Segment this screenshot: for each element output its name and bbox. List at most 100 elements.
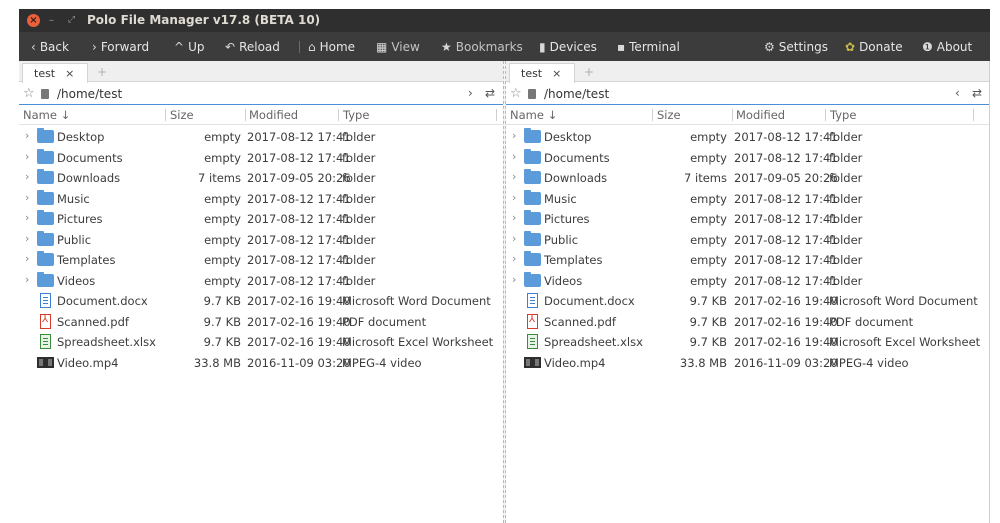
donate-button[interactable]: ✿ Donate [845, 39, 903, 55]
file-row[interactable]: Video.mp4 33.8 MB 2016-11-09 03:20 MPEG-4 v… [506, 353, 990, 374]
expand-arrow-icon[interactable]: › [512, 232, 516, 245]
minimize-window-icon[interactable]: – [45, 14, 58, 27]
expand-arrow-icon[interactable]: › [512, 211, 516, 224]
close-tab-icon[interactable]: × [552, 67, 561, 80]
column-name-header[interactable]: Name ↓ [23, 108, 70, 122]
add-tab-icon[interactable]: + [97, 65, 107, 79]
reload-button[interactable]: ↶ Reload [225, 39, 280, 55]
forward-button[interactable]: › Forward [92, 39, 149, 55]
chevron-left-icon[interactable]: ‹ [955, 86, 960, 100]
swap-panes-icon[interactable]: ⇄ [485, 86, 495, 100]
expand-arrow-icon[interactable]: › [25, 211, 29, 224]
file-name: Scanned.pdf [57, 314, 129, 329]
file-row[interactable]: › Documents empty 2017-08-12 17:41 folder [19, 148, 504, 169]
column-separator[interactable] [825, 109, 826, 121]
view-label: View [391, 40, 420, 54]
file-row[interactable]: › Desktop empty 2017-08-12 17:41 folder [19, 127, 504, 148]
file-row[interactable]: Spreadsheet.xlsx 9.7 KB 2017-02-16 19:40 Mi… [506, 332, 990, 353]
view-button[interactable]: ▦ View [376, 39, 420, 55]
tab-label: test [521, 67, 543, 80]
file-row[interactable]: Spreadsheet.xlsx 9.7 KB 2017-02-16 19:40 Mi… [19, 332, 504, 353]
column-separator[interactable] [732, 109, 733, 121]
expand-arrow-icon[interactable]: › [25, 273, 29, 286]
file-row[interactable]: › Desktop empty 2017-08-12 17:41 folder [506, 127, 990, 148]
file-type: folder [342, 212, 376, 226]
bookmarks-button[interactable]: ★ Bookmarks [441, 39, 523, 55]
file-name: Pictures [57, 212, 103, 226]
column-separator[interactable] [496, 109, 497, 121]
file-row[interactable]: › Public empty 2017-08-12 17:41 folder [506, 230, 990, 251]
chevron-right-icon[interactable]: › [468, 86, 473, 100]
grid-view-icon: ▦ [376, 40, 388, 54]
column-separator[interactable] [652, 109, 653, 121]
bookmark-star-icon[interactable]: ☆ [23, 86, 35, 101]
expand-arrow-icon[interactable]: › [512, 129, 516, 142]
file-row[interactable]: › Pictures empty 2017-08-12 17:41 folder [506, 209, 990, 230]
file-row[interactable]: Video.mp4 33.8 MB 2016-11-09 03:20 MPEG-4 v… [19, 353, 504, 374]
left-path-bar[interactable]: ☆ /home/test › ⇄ [19, 83, 504, 105]
file-size: 9.7 KB [203, 335, 241, 349]
expand-arrow-icon[interactable]: › [512, 273, 516, 286]
settings-button[interactable]: ⚙ Settings [764, 39, 828, 55]
column-name-header[interactable]: Name ↓ [510, 108, 557, 122]
expand-arrow-icon[interactable]: › [25, 150, 29, 163]
file-row[interactable]: › Videos empty 2017-08-12 17:41 folder [506, 271, 990, 292]
file-name: Document.docx [57, 294, 148, 308]
expand-arrow-icon[interactable]: › [25, 252, 29, 265]
folder-icon [37, 189, 54, 205]
file-row[interactable]: Document.docx 9.7 KB 2017-02-16 19:40 Micro… [506, 291, 990, 312]
file-row[interactable]: › Videos empty 2017-08-12 17:41 folder [19, 271, 504, 292]
file-row[interactable]: › Templates empty 2017-08-12 17:41 folder [19, 250, 504, 271]
close-window-icon[interactable]: × [27, 14, 40, 27]
expand-arrow-icon[interactable]: › [25, 129, 29, 142]
terminal-button[interactable]: ▪ Terminal [617, 39, 680, 55]
column-type-header[interactable]: Type [830, 108, 856, 122]
file-row[interactable]: Scanned.pdf 9.7 KB 2017-02-16 19:40PDF doc… [506, 312, 990, 333]
column-separator[interactable] [973, 109, 974, 121]
file-row[interactable]: › Downloads 7 items 2017-09-05 20:26 folder [19, 168, 504, 189]
expand-arrow-icon[interactable]: › [25, 170, 29, 183]
column-separator[interactable] [245, 109, 246, 121]
expand-arrow-icon[interactable]: › [512, 191, 516, 204]
up-button[interactable]: ^ Up [174, 39, 204, 55]
left-tab-test[interactable]: test × [22, 63, 88, 83]
file-modified: 2017-08-12 17:41 [734, 150, 838, 165]
file-row[interactable]: › Pictures empty 2017-08-12 17:41 folder [19, 209, 504, 230]
column-modified-header[interactable]: Modified [249, 108, 298, 122]
column-separator[interactable] [338, 109, 339, 121]
file-row[interactable]: › Music empty 2017-08-12 17:41 folder [19, 189, 504, 210]
info-icon: ❶ [922, 40, 933, 54]
file-row[interactable]: › Documents empty 2017-08-12 17:41 folder [506, 148, 990, 169]
column-separator[interactable] [165, 109, 166, 121]
file-row[interactable]: › Music empty 2017-08-12 17:41 folder [506, 189, 990, 210]
path-text[interactable]: /home/test [57, 87, 122, 101]
about-button[interactable]: ❶ About [922, 39, 972, 55]
column-modified-header[interactable]: Modified [736, 108, 785, 122]
column-type-header[interactable]: Type [343, 108, 369, 122]
right-path-bar[interactable]: ☆ /home/test ‹ ⇄ [506, 83, 990, 105]
file-row[interactable]: › Downloads 7 items 2017-09-05 20:26 folder [506, 168, 990, 189]
devices-button[interactable]: ▮ Devices [539, 39, 597, 55]
file-row[interactable]: › Templates empty 2017-08-12 17:41 folder [506, 250, 990, 271]
column-size-header[interactable]: Size [657, 108, 681, 122]
swap-panes-icon[interactable]: ⇄ [972, 86, 982, 100]
expand-arrow-icon[interactable]: › [512, 150, 516, 163]
back-label: Back [39, 40, 69, 54]
expand-arrow-icon[interactable]: › [25, 191, 29, 204]
expand-arrow-icon[interactable]: › [512, 252, 516, 265]
column-size-header[interactable]: Size [170, 108, 194, 122]
close-tab-icon[interactable]: × [65, 67, 74, 80]
expand-arrow-icon[interactable]: › [512, 170, 516, 183]
bookmark-star-icon[interactable]: ☆ [510, 86, 522, 101]
expand-arrow-icon[interactable]: › [25, 232, 29, 245]
file-row[interactable]: Document.docx 9.7 KB 2017-02-16 19:40 Micro… [19, 291, 504, 312]
maximize-window-icon[interactable]: ⤢ [65, 14, 78, 27]
back-button[interactable]: ‹ Back [31, 39, 69, 55]
add-tab-icon[interactable]: + [584, 65, 594, 79]
right-tab-test[interactable]: test × [509, 63, 575, 83]
path-text[interactable]: /home/test [544, 87, 609, 101]
file-row[interactable]: Scanned.pdf 9.7 KB 2017-02-16 19:40PDF doc… [19, 312, 504, 333]
home-button[interactable]: ⌂ Home [308, 39, 355, 55]
file-name: Downloads [57, 171, 121, 185]
file-row[interactable]: › Public empty 2017-08-12 17:41 folder [19, 230, 504, 251]
